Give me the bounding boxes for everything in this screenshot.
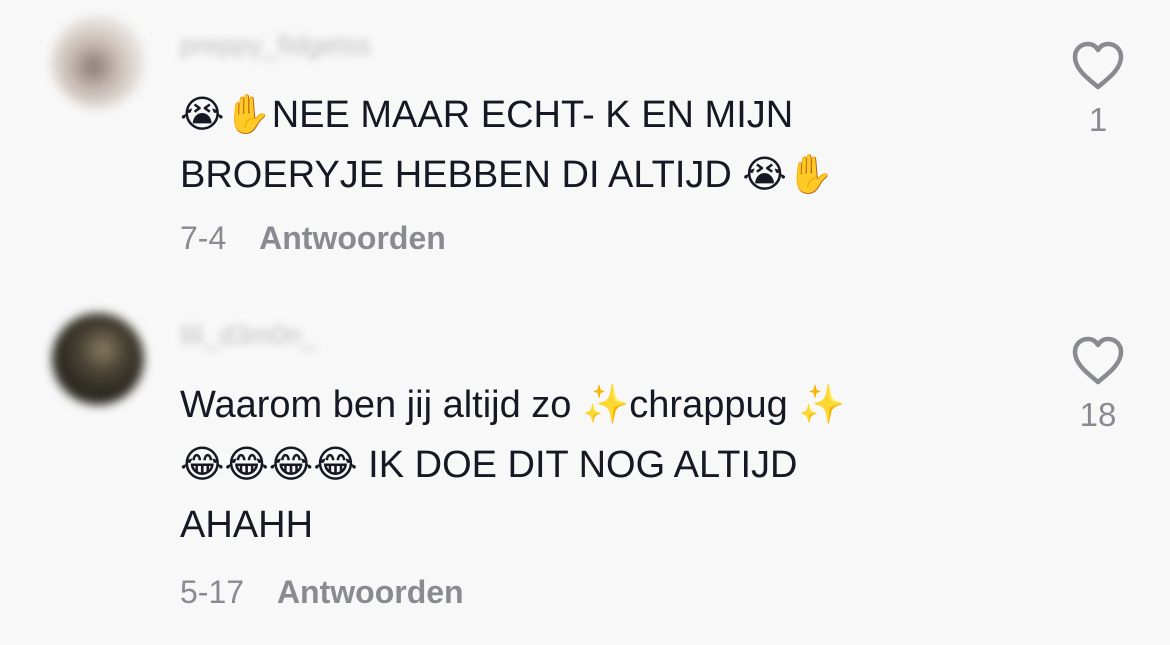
comment-text: 😭✋NEE MAAR ECHT- K EN MIJN BROERYJE HEBB… <box>180 94 835 196</box>
comment-text: Waarom ben jij altijd zo ✨chrappug ✨ 😂😂😂… <box>180 384 846 546</box>
reply-button[interactable]: Antwoorden <box>277 574 464 610</box>
like-count: 18 <box>1079 396 1117 433</box>
comment-item: lili_d3m0n_ Waarom ben jij altijd zo ✨ch… <box>0 295 1170 645</box>
avatar[interactable] <box>52 313 144 405</box>
comment-date: 7-4 <box>180 220 227 256</box>
comment-username[interactable]: preppy_fidgetss <box>180 30 371 60</box>
comment-meta: 5-17 Antwoorden <box>180 572 464 612</box>
like-control[interactable]: 1 <box>1060 40 1136 138</box>
comment-meta: 7-4 Antwoorden <box>180 218 446 258</box>
comment-date: 5-17 <box>180 574 245 610</box>
like-count: 1 <box>1088 101 1108 138</box>
heart-outline-icon[interactable] <box>1070 335 1126 387</box>
avatar[interactable] <box>52 16 144 108</box>
reply-button[interactable]: Antwoorden <box>259 220 446 256</box>
comment-item: preppy_fidgetss 😭✋NEE MAAR ECHT- K EN MI… <box>0 0 1170 290</box>
heart-outline-icon[interactable] <box>1070 40 1126 92</box>
like-control[interactable]: 18 <box>1060 335 1136 433</box>
comment-username[interactable]: lili_d3m0n_ <box>180 320 317 350</box>
